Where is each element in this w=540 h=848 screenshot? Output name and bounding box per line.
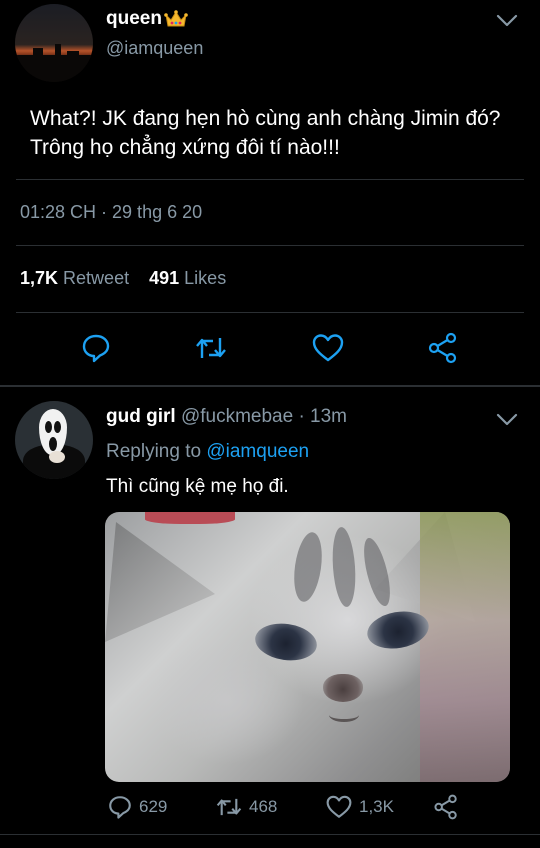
- retweet-icon: [196, 338, 226, 358]
- chevron-down-icon[interactable]: [496, 14, 518, 28]
- reply-button[interactable]: [78, 330, 114, 366]
- reply-button[interactable]: 629: [107, 791, 167, 823]
- chevron-down-icon[interactable]: [496, 413, 518, 427]
- heart-icon: [326, 795, 352, 818]
- crown-emoji-icon: [164, 10, 188, 27]
- main-tweet: queen @iamqueen What?! JK đang hẹn hò cù…: [0, 0, 540, 386]
- mention-link[interactable]: @iamqueen: [206, 441, 309, 462]
- like-button[interactable]: [310, 330, 346, 366]
- retweet-button[interactable]: 468: [215, 791, 277, 823]
- like-count: 1,3K: [359, 797, 394, 816]
- like-stat[interactable]: 491 Likes: [149, 268, 226, 288]
- avatar[interactable]: [15, 4, 93, 82]
- retweet-icon: [216, 798, 242, 816]
- retweet-button[interactable]: [193, 330, 229, 366]
- share-button[interactable]: [425, 330, 461, 366]
- reply-text: Thì cũng kệ mẹ họ đi.: [106, 476, 289, 497]
- tweet-actions: [0, 330, 540, 370]
- divider: [16, 245, 524, 246]
- attached-cat-photo[interactable]: [105, 512, 510, 782]
- reply-icon: [109, 796, 131, 819]
- replying-to: Replying to @iamqueen: [106, 441, 310, 462]
- reply-count: 629: [139, 797, 168, 816]
- display-name-label: queen: [106, 8, 162, 29]
- display-name[interactable]: queen: [106, 8, 188, 30]
- divider: [16, 312, 524, 313]
- display-name[interactable]: gud girl: [106, 406, 176, 427]
- tweet-text: What?! JK đang hẹn hò cùng anh chàng Jim…: [30, 107, 501, 159]
- share-icon: [428, 332, 457, 364]
- heart-icon: [312, 334, 344, 362]
- divider: [16, 179, 524, 180]
- reply-author[interactable]: gud girl @fuckmebae · 13m: [106, 406, 347, 428]
- handle[interactable]: @iamqueen: [106, 38, 203, 59]
- reply-actions: 629 468 1,3K: [0, 791, 540, 827]
- retweet-count: 468: [249, 797, 278, 816]
- share-button[interactable]: [432, 791, 460, 823]
- engagement-stats: 1,7K Retweet 491 Likes: [20, 268, 226, 289]
- avatar[interactable]: [15, 401, 93, 479]
- timestamp[interactable]: 01:28 CH · 29 thg 6 20: [20, 202, 202, 223]
- share-icon: [434, 794, 457, 820]
- handle-and-time: @fuckmebae · 13m: [180, 406, 348, 427]
- retweet-stat[interactable]: 1,7K Retweet: [20, 268, 129, 288]
- divider: [0, 834, 540, 835]
- reply-tweet[interactable]: gud girl @fuckmebae · 13m Replying to @i…: [0, 387, 540, 848]
- like-button[interactable]: 1,3K: [325, 791, 394, 823]
- reply-icon: [82, 334, 110, 363]
